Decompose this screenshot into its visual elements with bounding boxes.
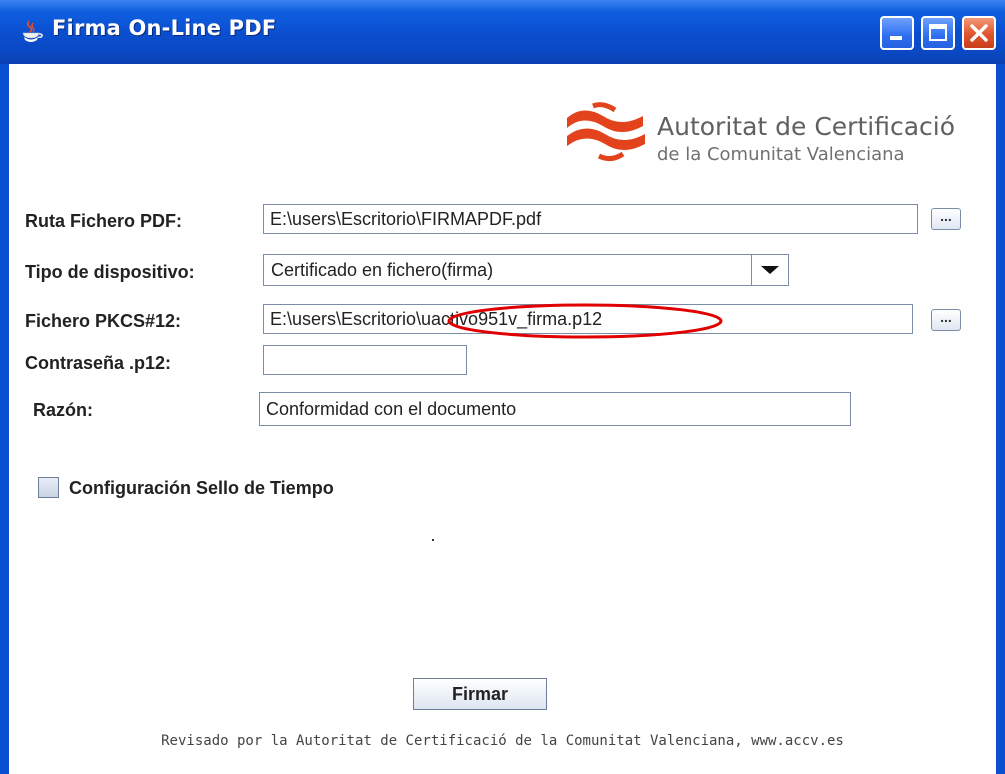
content-panel: Autoritat de Certificació de la Comunita… <box>9 64 996 774</box>
footer-text: Revisado por la Autoritat de Certificaci… <box>161 733 844 749</box>
razon-label: Razón: <box>33 400 93 420</box>
browse-p12-button[interactable]: ... <box>931 309 961 331</box>
chevron-down-icon <box>761 266 779 274</box>
pass-label: Contraseña .p12: <box>25 353 172 373</box>
window-frame-left <box>0 64 9 774</box>
accv-logo-icon <box>567 102 645 162</box>
tipo-dispositivo-select[interactable]: Certificado en fichero(firma) <box>263 254 789 286</box>
maximize-button[interactable] <box>921 16 955 50</box>
window-title: Firma On-Line PDF <box>52 16 277 40</box>
tipo-selected-value: Certificado en fichero(firma) <box>271 260 494 280</box>
sello-checkbox[interactable] <box>38 477 59 498</box>
stray-dot <box>432 539 434 541</box>
browse-pdf-button[interactable]: ... <box>931 208 961 230</box>
password-field[interactable] <box>263 345 467 375</box>
app-window: Firma On-Line PDF Autoritat de Certifica… <box>0 0 1005 774</box>
tipo-dropdown-button[interactable] <box>751 255 788 285</box>
highlight-ellipse <box>447 303 723 339</box>
firmar-label: Firmar <box>451 684 509 704</box>
ruta-label: Ruta Fichero PDF: <box>25 211 183 231</box>
pkcs-label: Fichero PKCS#12: <box>25 311 182 331</box>
ruta-pdf-field[interactable]: E:\users\Escritorio\FIRMAPDF.pdf <box>263 204 918 234</box>
logo-subtitle: de la Comunitat Valenciana <box>657 144 905 165</box>
razon-field[interactable]: Conformidad con el documento <box>259 392 851 426</box>
java-coffee-icon <box>22 20 43 42</box>
title-bar[interactable]: Firma On-Line PDF <box>0 0 1005 64</box>
minimize-icon <box>890 36 902 40</box>
sello-label[interactable]: Configuración Sello de Tiempo <box>69 478 334 499</box>
logo-title: Autoritat de Certificació <box>657 112 955 141</box>
minimize-button[interactable] <box>880 16 914 50</box>
close-button[interactable] <box>962 16 996 50</box>
tipo-label: Tipo de dispositivo: <box>25 262 195 282</box>
close-icon <box>970 24 988 42</box>
maximize-icon <box>929 24 947 41</box>
window-frame-right <box>996 64 1005 774</box>
firmar-button[interactable]: Firmar <box>413 678 547 710</box>
